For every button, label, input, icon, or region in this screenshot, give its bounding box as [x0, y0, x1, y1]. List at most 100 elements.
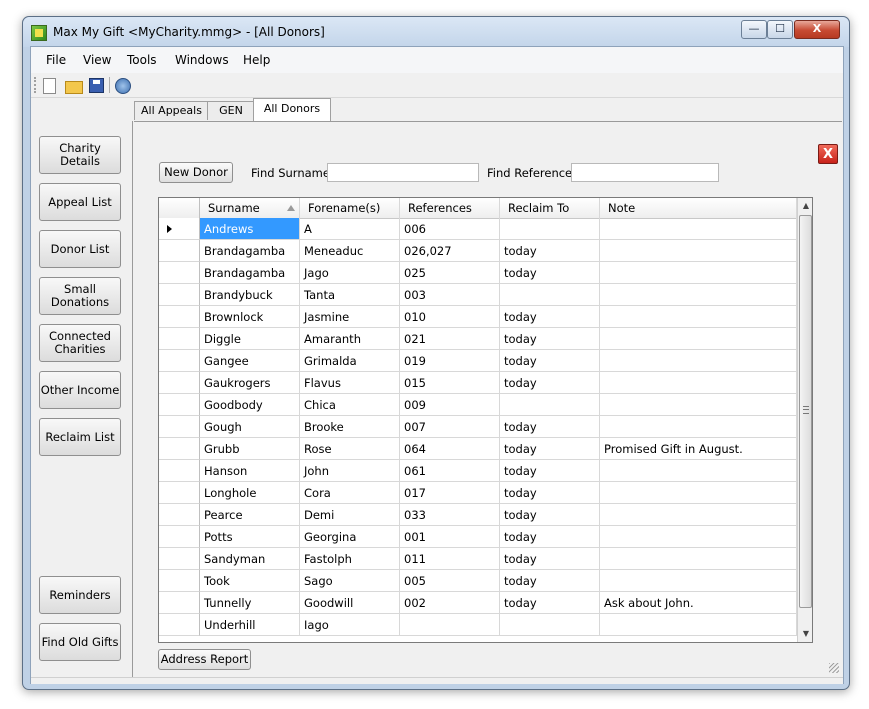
references-cell[interactable]: 009	[400, 394, 500, 416]
reclaim-to-cell[interactable]: today	[500, 504, 600, 526]
note-cell[interactable]	[600, 350, 797, 372]
row-header[interactable]	[159, 262, 200, 284]
surname-cell[interactable]: Hanson	[200, 460, 300, 482]
reclaim-to-cell[interactable]: today	[500, 460, 600, 482]
table-row[interactable]: Gangee Grimalda 019 today	[159, 350, 799, 372]
reclaim-to-cell[interactable]: today	[500, 262, 600, 284]
reminders-button[interactable]: Reminders	[39, 576, 121, 614]
row-header-corner[interactable]	[159, 198, 200, 218]
tab-gen[interactable]: GEN	[207, 101, 255, 120]
find-reference-input[interactable]	[571, 163, 719, 182]
table-row[interactable]: Underhill Iago	[159, 614, 799, 636]
column-header-reclaim-to[interactable]: Reclaim To	[500, 198, 600, 218]
row-header[interactable]	[159, 592, 200, 614]
table-row[interactable]: Diggle Amaranth 021 today	[159, 328, 799, 350]
note-cell[interactable]: Ask about John.	[600, 592, 797, 614]
close-window-button[interactable]: X	[794, 20, 840, 39]
find-old-gifts-button[interactable]: Find Old Gifts	[39, 623, 121, 661]
table-row[interactable]: Goodbody Chica 009	[159, 394, 799, 416]
forename-cell[interactable]: Chica	[300, 394, 400, 416]
charity-details-button[interactable]: Charity Details	[39, 136, 121, 174]
references-cell[interactable]: 025	[400, 262, 500, 284]
references-cell[interactable]	[400, 614, 500, 636]
row-header[interactable]	[159, 306, 200, 328]
surname-cell[interactable]: Gaukrogers	[200, 372, 300, 394]
forename-cell[interactable]: Cora	[300, 482, 400, 504]
table-row[interactable]: Longhole Cora 017 today	[159, 482, 799, 504]
surname-cell[interactable]: Tunnelly	[200, 592, 300, 614]
row-header[interactable]	[159, 416, 200, 438]
reclaim-to-cell[interactable]: today	[500, 328, 600, 350]
references-cell[interactable]: 002	[400, 592, 500, 614]
connected-charities-button[interactable]: Connected Charities	[39, 324, 121, 362]
table-row[interactable]: Brownlock Jasmine 010 today	[159, 306, 799, 328]
row-header[interactable]	[159, 240, 200, 262]
surname-cell[interactable]: Brandagamba	[200, 262, 300, 284]
surname-cell[interactable]: Longhole	[200, 482, 300, 504]
forename-cell[interactable]: Amaranth	[300, 328, 400, 350]
menu-tools[interactable]: Tools	[127, 53, 157, 67]
column-header-surname[interactable]: Surname	[200, 198, 300, 218]
forename-cell[interactable]: Georgina	[300, 526, 400, 548]
forename-cell[interactable]: Goodwill	[300, 592, 400, 614]
table-row[interactable]: Gough Brooke 007 today	[159, 416, 799, 438]
find-surname-input[interactable]	[327, 163, 479, 182]
forename-cell[interactable]: Rose	[300, 438, 400, 460]
forename-cell[interactable]: Meneaduc	[300, 240, 400, 262]
note-cell[interactable]	[600, 218, 797, 240]
references-cell[interactable]: 003	[400, 284, 500, 306]
forename-cell[interactable]: Flavus	[300, 372, 400, 394]
references-cell[interactable]: 011	[400, 548, 500, 570]
surname-cell[interactable]: Pearce	[200, 504, 300, 526]
open-folder-icon[interactable]	[65, 81, 83, 94]
tab-all-donors[interactable]: All Donors	[253, 98, 331, 121]
row-header[interactable]	[159, 372, 200, 394]
note-cell[interactable]	[600, 262, 797, 284]
menu-view[interactable]: View	[83, 53, 111, 67]
forename-cell[interactable]: Fastolph	[300, 548, 400, 570]
address-report-button[interactable]: Address Report	[158, 649, 251, 670]
title-bar[interactable]: Max My Gift <MyCharity.mmg> - [All Donor…	[23, 17, 849, 47]
scroll-down-arrow-icon[interactable]: ▼	[798, 626, 812, 642]
reclaim-list-button[interactable]: Reclaim List	[39, 418, 121, 456]
forename-cell[interactable]: Tanta	[300, 284, 400, 306]
row-header[interactable]	[159, 570, 200, 592]
references-cell[interactable]: 005	[400, 570, 500, 592]
note-cell[interactable]	[600, 614, 797, 636]
menu-help[interactable]: Help	[243, 53, 270, 67]
row-header[interactable]	[159, 350, 200, 372]
appeal-list-button[interactable]: Appeal List	[39, 183, 121, 221]
table-row[interactable]: Pearce Demi 033 today	[159, 504, 799, 526]
forename-cell[interactable]: Brooke	[300, 416, 400, 438]
donor-list-button[interactable]: Donor List	[39, 230, 121, 268]
note-cell[interactable]	[600, 328, 797, 350]
maximize-button[interactable]: ☐	[767, 20, 793, 39]
reclaim-to-cell[interactable]	[500, 394, 600, 416]
reclaim-to-cell[interactable]: today	[500, 482, 600, 504]
surname-cell[interactable]: Diggle	[200, 328, 300, 350]
note-cell[interactable]	[600, 416, 797, 438]
note-cell[interactable]	[600, 240, 797, 262]
note-cell[interactable]	[600, 460, 797, 482]
row-header[interactable]	[159, 438, 200, 460]
vertical-scrollbar[interactable]: ▲ ▼	[797, 198, 812, 642]
table-row[interactable]: Andrews A 006	[159, 218, 799, 240]
resize-grip-icon[interactable]	[829, 663, 839, 673]
surname-cell[interactable]: Sandyman	[200, 548, 300, 570]
close-document-button[interactable]: X	[818, 144, 838, 164]
tab-all-appeals[interactable]: All Appeals	[134, 101, 209, 120]
forename-cell[interactable]: Jasmine	[300, 306, 400, 328]
surname-cell[interactable]: Underhill	[200, 614, 300, 636]
surname-cell[interactable]: Gough	[200, 416, 300, 438]
reclaim-to-cell[interactable]: today	[500, 240, 600, 262]
other-income-button[interactable]: Other Income	[39, 371, 121, 409]
references-cell[interactable]: 019	[400, 350, 500, 372]
references-cell[interactable]: 007	[400, 416, 500, 438]
references-cell[interactable]: 010	[400, 306, 500, 328]
note-cell[interactable]: Promised Gift in August.	[600, 438, 797, 460]
reclaim-to-cell[interactable]: today	[500, 592, 600, 614]
references-cell[interactable]: 033	[400, 504, 500, 526]
table-row[interactable]: Brandybuck Tanta 003	[159, 284, 799, 306]
note-cell[interactable]	[600, 570, 797, 592]
references-cell[interactable]: 026,027	[400, 240, 500, 262]
